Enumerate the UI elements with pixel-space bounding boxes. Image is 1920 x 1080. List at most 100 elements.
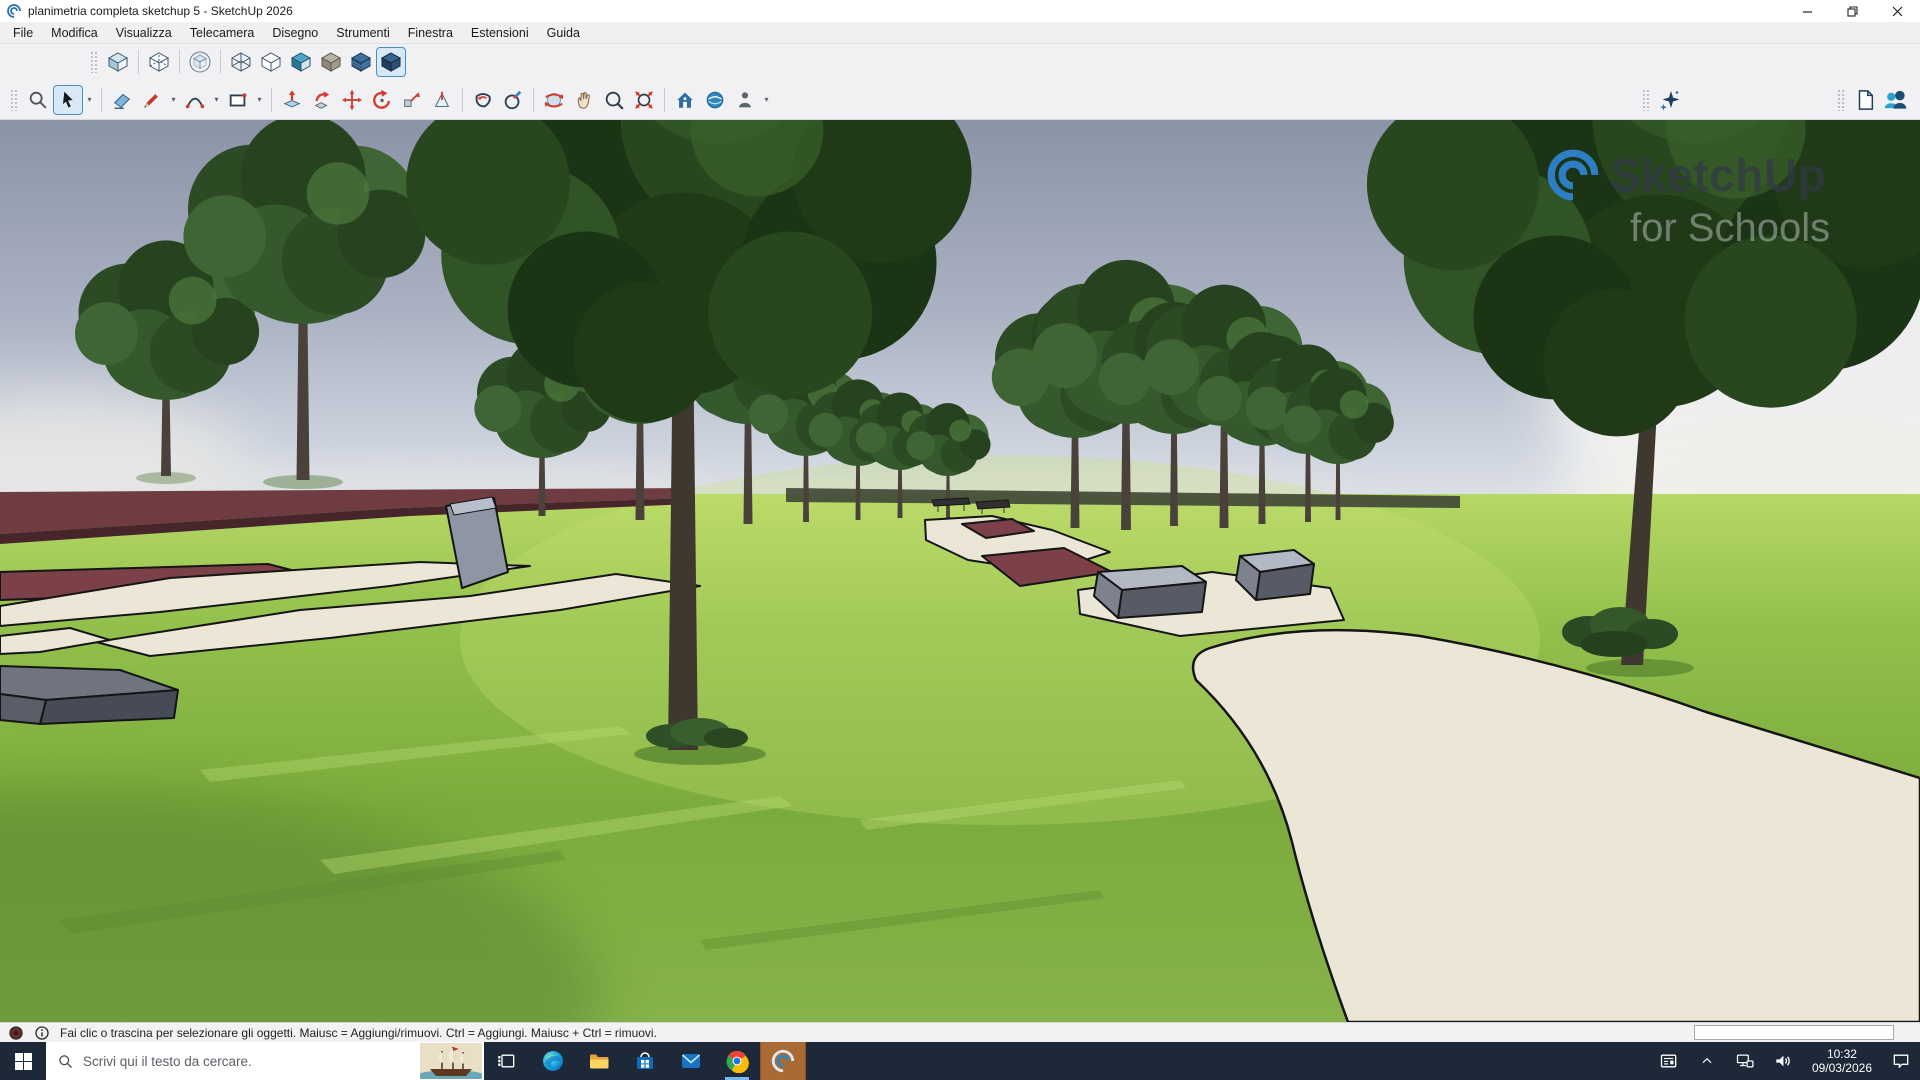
style-x-ray-button[interactable] <box>185 47 215 77</box>
scale-tool-button[interactable] <box>397 85 427 115</box>
taskbar-app-store[interactable] <box>622 1042 668 1080</box>
taskbar-search[interactable] <box>46 1042 484 1080</box>
menu-guida[interactable]: Guida <box>538 24 589 42</box>
store-icon <box>633 1049 657 1073</box>
document-icon <box>1854 89 1876 111</box>
pencil-icon <box>141 89 163 111</box>
style-monochrome-button[interactable] <box>316 47 346 77</box>
follow-me-tool-button[interactable] <box>307 85 337 115</box>
start-button[interactable] <box>0 1042 46 1080</box>
style-shaded-button[interactable] <box>286 47 316 77</box>
menu-finestra[interactable]: Finestra <box>399 24 462 42</box>
taskbar-app-chrome[interactable] <box>714 1042 760 1080</box>
news-widgets-button[interactable] <box>1650 1042 1688 1080</box>
search-highlight-ship-art[interactable] <box>420 1043 482 1079</box>
taskbar-app-sketchup[interactable] <box>760 1042 806 1080</box>
restore-button[interactable] <box>1830 0 1875 22</box>
select-arrow-icon <box>57 89 79 111</box>
rotate-icon <box>371 89 393 111</box>
select-tool-dropdown[interactable]: ▾ <box>83 87 96 113</box>
protractor-pyramid-icon <box>431 89 453 111</box>
minimize-button[interactable] <box>1785 0 1830 22</box>
3d-scene-canvas <box>0 120 1920 1022</box>
offset-icon <box>472 89 494 111</box>
3d-viewport[interactable]: SketchUp for Schools <box>0 120 1920 1022</box>
toolbar-grip[interactable] <box>10 89 17 111</box>
move-icon <box>341 89 363 111</box>
eraser-icon <box>111 89 133 111</box>
line-tool-button[interactable] <box>137 85 167 115</box>
menu-telecamera[interactable]: Telecamera <box>181 24 264 42</box>
line-tool-dropdown[interactable]: ▾ <box>167 87 180 113</box>
geolocation-icon[interactable] <box>8 1025 24 1041</box>
task-view-button[interactable] <box>484 1042 530 1080</box>
minimize-icon <box>1802 6 1813 17</box>
new-document-button[interactable] <box>1850 85 1880 115</box>
search-tool-button[interactable] <box>23 85 53 115</box>
toolbar-grip[interactable] <box>1837 89 1844 111</box>
shaded-icon <box>289 50 313 74</box>
network-tray-button[interactable] <box>1726 1042 1764 1080</box>
select-tool-button[interactable] <box>53 85 83 115</box>
current-style-icon <box>379 50 403 74</box>
taskbar: 10:32 09/03/2026 <box>0 1042 1920 1080</box>
collaboration-button[interactable] <box>1880 85 1910 115</box>
menu-bar: File Modifica Visualizza Telecamera Dise… <box>0 22 1920 44</box>
push-pull-icon <box>281 89 303 111</box>
taskbar-clock[interactable]: 10:32 09/03/2026 <box>1802 1042 1882 1080</box>
zoom-icon <box>603 89 625 111</box>
rectangle-icon <box>227 89 249 111</box>
move-tool-button[interactable] <box>337 85 367 115</box>
taskbar-app-mail[interactable] <box>668 1042 714 1080</box>
toolbar-grip[interactable] <box>1642 89 1649 111</box>
speaker-icon <box>1773 1051 1793 1071</box>
style-back-edges-button[interactable] <box>144 47 174 77</box>
menu-strumenti[interactable]: Strumenti <box>327 24 399 42</box>
circle-tool-button[interactable] <box>498 85 528 115</box>
toolbar-grip[interactable] <box>90 51 97 73</box>
protractor-tool-button[interactable] <box>427 85 457 115</box>
taskbar-app-edge[interactable] <box>530 1042 576 1080</box>
person-tool-button[interactable] <box>730 85 760 115</box>
close-button[interactable] <box>1875 0 1920 22</box>
mail-icon <box>679 1049 703 1073</box>
zoom-extents-tool-button[interactable] <box>629 85 659 115</box>
volume-tray-button[interactable] <box>1764 1042 1802 1080</box>
zoom-extents-icon <box>633 89 655 111</box>
menu-modifica[interactable]: Modifica <box>42 24 107 42</box>
info-icon[interactable] <box>34 1025 50 1041</box>
look-around-tool-button[interactable] <box>700 85 730 115</box>
rectangle-tool-button[interactable] <box>223 85 253 115</box>
eraser-tool-button[interactable] <box>107 85 137 115</box>
menu-estensioni[interactable]: Estensioni <box>462 24 538 42</box>
walk-tool-button[interactable] <box>670 85 700 115</box>
offset-tool-button[interactable] <box>468 85 498 115</box>
taskbar-app-file-explorer[interactable] <box>576 1042 622 1080</box>
ai-assistant-button[interactable] <box>1655 85 1685 115</box>
arc-tool-button[interactable] <box>180 85 210 115</box>
menu-file[interactable]: File <box>4 24 42 42</box>
rotate-tool-button[interactable] <box>367 85 397 115</box>
style-hidden-line-button[interactable] <box>256 47 286 77</box>
menu-disegno[interactable]: Disegno <box>263 24 327 42</box>
push-pull-tool-button[interactable] <box>277 85 307 115</box>
action-center-button[interactable] <box>1882 1042 1920 1080</box>
status-bar: Fai clic o trascina per selezionare gli … <box>0 1022 1920 1042</box>
style-textures-button[interactable] <box>346 47 376 77</box>
measurements-input[interactable] <box>1694 1025 1894 1040</box>
person-tool-dropdown[interactable]: ▾ <box>760 87 773 113</box>
sparkle-icon <box>1658 88 1682 112</box>
search-input[interactable] <box>83 1054 383 1069</box>
zoom-tool-button[interactable] <box>599 85 629 115</box>
style-shaded-view-button[interactable] <box>103 47 133 77</box>
style-wireframe-button[interactable] <box>226 47 256 77</box>
pan-hand-icon <box>573 89 595 111</box>
orbit-tool-button[interactable] <box>539 85 569 115</box>
menu-visualizza[interactable]: Visualizza <box>107 24 181 42</box>
arc-tool-dropdown[interactable]: ▾ <box>210 87 223 113</box>
style-current-button[interactable] <box>376 47 406 77</box>
pan-tool-button[interactable] <box>569 85 599 115</box>
clock-time: 10:32 <box>1827 1047 1857 1061</box>
rectangle-tool-dropdown[interactable]: ▾ <box>253 87 266 113</box>
tray-chevron-button[interactable] <box>1688 1042 1726 1080</box>
